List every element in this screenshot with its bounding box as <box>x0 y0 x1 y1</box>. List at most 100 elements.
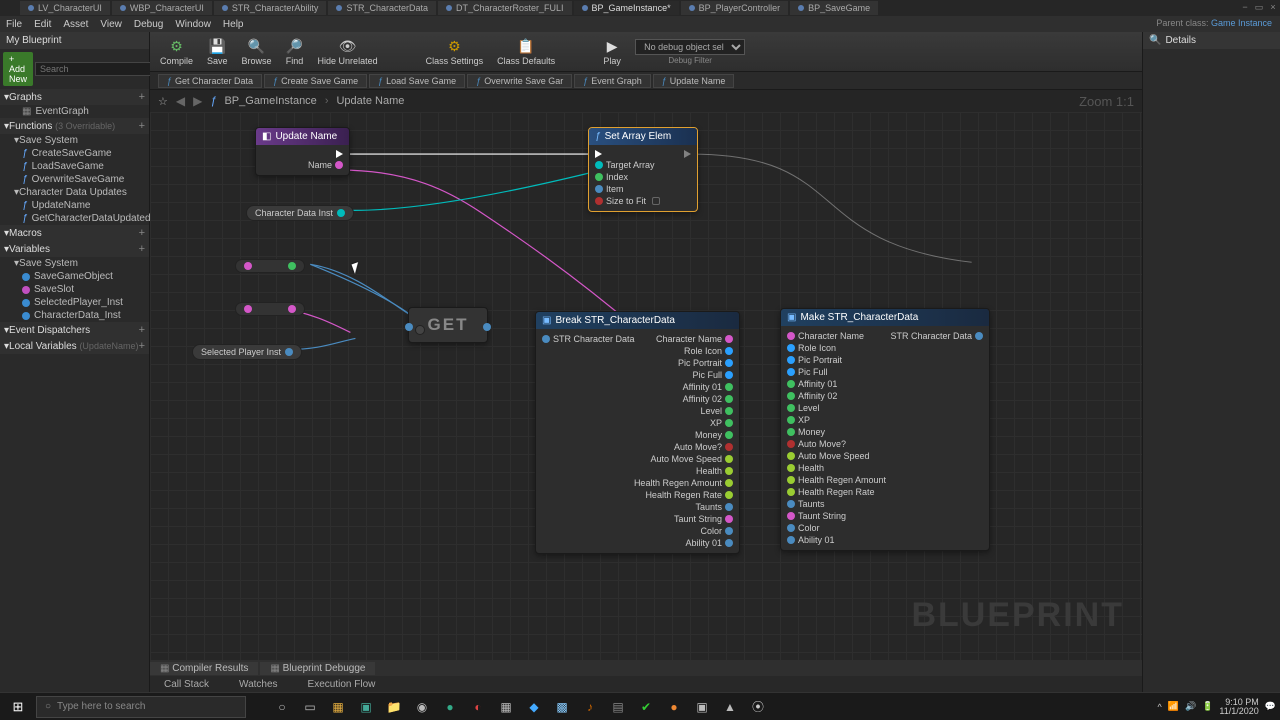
menu-item[interactable]: View <box>100 19 122 30</box>
tree-item[interactable]: SaveSlot <box>0 283 149 296</box>
tree-item[interactable]: ▾Save System <box>0 134 149 147</box>
node-break-struct[interactable]: ▣Break STR_CharacterData STR Character D… <box>535 311 740 554</box>
fn-tab[interactable]: ƒLoad Save Game <box>369 74 465 88</box>
volume-icon[interactable]: 🔊 <box>1185 701 1196 712</box>
menu-item[interactable]: File <box>6 19 22 30</box>
fn-tab[interactable]: ƒOverwrite Save Gar <box>467 74 572 88</box>
add-new-button[interactable]: + Add New <box>3 52 33 86</box>
cortana-icon[interactable]: ○ <box>270 696 294 718</box>
play-button[interactable]: ▶Play <box>603 37 621 66</box>
wifi-icon[interactable]: 📶 <box>1168 701 1179 712</box>
tree-item[interactable]: SaveGameObject <box>0 270 149 283</box>
bottom-tab[interactable]: ▦ Compiler Results <box>150 662 258 675</box>
section-header[interactable]: ▾Functions (3 Overridable)+ <box>0 118 149 134</box>
tray-up-icon[interactable]: ^ <box>1158 702 1162 712</box>
tree-item[interactable]: CharacterData_Inst <box>0 309 149 322</box>
file-tab[interactable]: BP_SaveGame <box>790 1 878 15</box>
explorer-icon[interactable]: ▦ <box>326 696 350 718</box>
debug-object-select[interactable]: No debug object selected <box>635 39 745 55</box>
app-icon[interactable]: ▦ <box>494 696 518 718</box>
add-icon[interactable]: + <box>139 340 145 352</box>
notifications-icon[interactable]: 💬 <box>1265 701 1276 712</box>
taskview-icon[interactable]: ▭ <box>298 696 322 718</box>
nav-back-icon[interactable]: ◀ <box>176 94 185 108</box>
fn-tab[interactable]: ƒCreate Save Game <box>264 74 367 88</box>
menu-item[interactable]: Edit <box>34 19 51 30</box>
section-header[interactable]: ▾Local Variables (UpdateName)+ <box>0 338 149 354</box>
file-tab[interactable]: LV_CharacterUI <box>20 1 110 15</box>
reroute-node[interactable] <box>235 302 305 316</box>
graph-canvas[interactable]: ◧Update Name Name ƒSet Array Elem Target… <box>150 112 1142 660</box>
tree-item[interactable]: ƒ CreateSaveGame <box>0 147 149 160</box>
unreal-icon[interactable]: ⦿ <box>746 696 770 718</box>
app-icon[interactable]: ▣ <box>690 696 714 718</box>
tree-item[interactable]: ▦ EventGraph <box>0 105 149 118</box>
start-button[interactable]: ⊞ <box>4 696 32 718</box>
maximize-icon[interactable]: ▭ <box>1252 0 1266 14</box>
bottom-subtab[interactable]: Watches <box>225 678 292 691</box>
fn-tab[interactable]: ƒEvent Graph <box>574 74 651 88</box>
tree-item[interactable]: ▾Character Data Updates <box>0 186 149 199</box>
bottom-tab[interactable]: ▦ Blueprint Debugge <box>260 662 375 675</box>
file-tab[interactable]: STR_CharacterAbility <box>214 1 327 15</box>
system-tray[interactable]: ^ 📶 🔊 🔋 9:10 PM11/1/2020 💬 <box>1158 698 1276 716</box>
breadcrumb-leaf[interactable]: Update Name <box>336 95 404 107</box>
add-icon[interactable]: + <box>139 227 145 239</box>
find-button[interactable]: 🔎Find <box>286 37 304 66</box>
app-icon[interactable]: 📁 <box>382 696 406 718</box>
save-button[interactable]: 💾Save <box>207 37 228 66</box>
favorite-icon[interactable]: ☆ <box>158 95 168 108</box>
close-icon[interactable]: × <box>1266 0 1280 14</box>
reroute-pin[interactable] <box>415 325 425 335</box>
tree-item[interactable]: ƒ LoadSaveGame <box>0 160 149 173</box>
browse-button[interactable]: 🔍Browse <box>242 37 272 66</box>
file-tab[interactable]: STR_CharacterData <box>328 1 436 15</box>
menu-item[interactable]: Window <box>175 19 211 30</box>
fn-tab[interactable]: ƒGet Character Data <box>158 74 262 88</box>
app-icon[interactable]: ✔ <box>634 696 658 718</box>
node-update-name[interactable]: ◧Update Name Name <box>255 127 350 176</box>
fn-tab[interactable]: ƒUpdate Name <box>653 74 735 88</box>
var-selected-player-inst[interactable]: Selected Player Inst <box>192 344 302 360</box>
app-icon[interactable]: ♪ <box>578 696 602 718</box>
app-icon[interactable]: ◆ <box>522 696 546 718</box>
exec-out-pin[interactable] <box>684 150 691 158</box>
file-tab[interactable]: DT_CharacterRoster_FULI <box>438 1 572 15</box>
app-icon[interactable]: ▤ <box>606 696 630 718</box>
tree-item[interactable]: ƒ UpdateName <box>0 199 149 212</box>
taskbar-search[interactable]: ○Type here to search <box>36 696 246 718</box>
bottom-subtab[interactable]: Call Stack <box>150 678 223 691</box>
class-defaults-button[interactable]: 📋Class Defaults <box>497 37 555 66</box>
file-tab[interactable]: WBP_CharacterUI <box>112 1 212 15</box>
app-icon[interactable]: ▩ <box>550 696 574 718</box>
section-header[interactable]: ▾Macros+ <box>0 225 149 241</box>
node-set-array-elem[interactable]: ƒSet Array Elem Target Array Index Item … <box>588 127 698 212</box>
parent-class-link[interactable]: Game Instance <box>1211 18 1272 28</box>
hide-unrelated-button[interactable]: 👁Hide Unrelated <box>318 37 378 66</box>
add-icon[interactable]: + <box>139 120 145 132</box>
name-out-pin[interactable] <box>335 161 343 169</box>
add-icon[interactable]: + <box>139 324 145 336</box>
tree-item[interactable]: SelectedPlayer_Inst <box>0 296 149 309</box>
section-header[interactable]: ▾Event Dispatchers+ <box>0 322 149 338</box>
section-header[interactable]: ▾Graphs+ <box>0 89 149 105</box>
bottom-subtab[interactable]: Execution Flow <box>294 678 390 691</box>
breadcrumb-root[interactable]: BP_GameInstance <box>224 95 316 107</box>
app-icon[interactable]: ◐ <box>466 696 490 718</box>
class-settings-button[interactable]: ⚙Class Settings <box>426 37 484 66</box>
tree-item[interactable]: ▾Save System <box>0 257 149 270</box>
file-tab[interactable]: BP_GameInstance* <box>574 1 679 15</box>
compile-button[interactable]: ⚙Compile <box>160 37 193 66</box>
app-icon[interactable]: ▲ <box>718 696 742 718</box>
app-icon[interactable]: ▣ <box>354 696 378 718</box>
section-header[interactable]: ▾Variables+ <box>0 241 149 257</box>
var-character-data-inst[interactable]: Character Data Inst <box>246 205 354 221</box>
nav-fwd-icon[interactable]: ▶ <box>193 94 202 108</box>
menu-item[interactable]: Asset <box>63 19 88 30</box>
app-icon[interactable]: ● <box>438 696 462 718</box>
tree-item[interactable]: ƒ GetCharacterDataUpdated <box>0 212 149 225</box>
reroute-node[interactable] <box>235 259 305 273</box>
app-icon[interactable]: ● <box>662 696 686 718</box>
add-icon[interactable]: + <box>139 243 145 255</box>
exec-in-pin[interactable] <box>595 150 602 158</box>
